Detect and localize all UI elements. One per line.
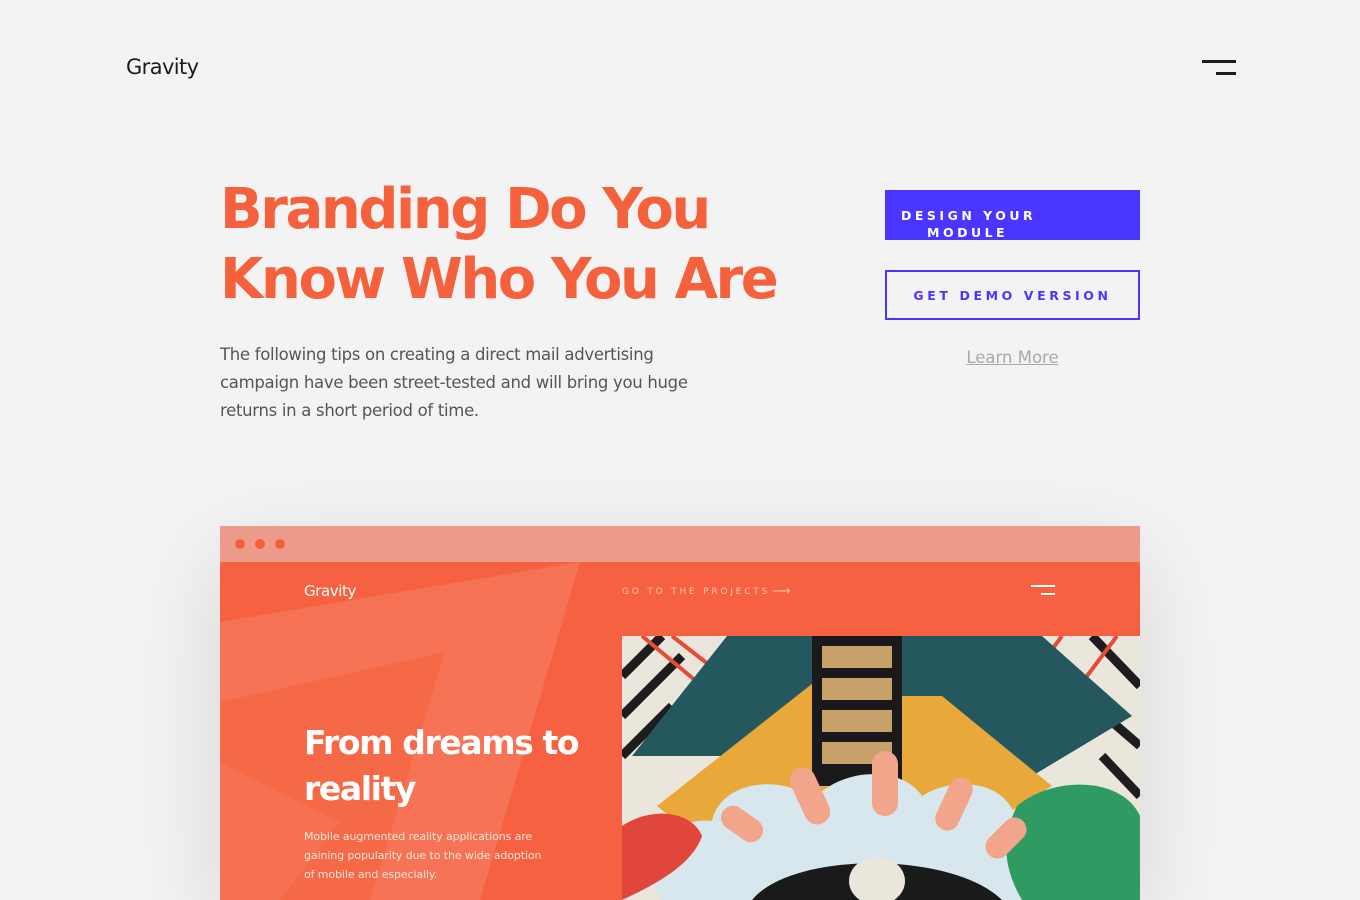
hero-description: The following tips on creating a direct … [220, 345, 688, 420]
logo[interactable]: Gravity [126, 55, 199, 79]
window-dot [255, 539, 265, 549]
menu-line [1031, 585, 1055, 587]
hero-title: Branding Do You Know Who You Are [220, 177, 779, 312]
button-label-line1: DESIGN YOUR [901, 208, 1037, 223]
arrow-right-icon[interactable]: ⟶ [772, 584, 791, 599]
preview-menu-icon[interactable] [1031, 585, 1055, 597]
artwork-image [622, 636, 1140, 900]
preview-logo[interactable]: Gravity [304, 582, 356, 600]
button-label-line2: MODULE [927, 225, 1009, 240]
preview-page: Gravity GO TO THE PROJECTS ⟶ From dreams… [220, 562, 1140, 900]
window-dot [235, 539, 245, 549]
menu-line [1202, 60, 1236, 63]
preview-description: Mobile augmented reality applications ar… [304, 830, 542, 881]
learn-more-link[interactable]: Learn More [885, 348, 1140, 367]
preview-title: From dreams to reality [304, 723, 580, 808]
abstract-painting [622, 636, 1140, 900]
design-your-module-button[interactable]: DESIGN YOUR MODULE [885, 190, 1140, 240]
hamburger-menu-icon[interactable] [1200, 60, 1236, 78]
browser-mockup: Gravity GO TO THE PROJECTS ⟶ From dreams… [220, 526, 1140, 900]
window-dot [275, 539, 285, 549]
go-to-projects-link[interactable]: GO TO THE PROJECTS [622, 587, 770, 597]
browser-toolbar [220, 526, 1140, 562]
menu-line [1216, 72, 1236, 75]
menu-line [1041, 593, 1055, 595]
get-demo-version-button[interactable]: GET DEMO VERSION [885, 270, 1140, 320]
